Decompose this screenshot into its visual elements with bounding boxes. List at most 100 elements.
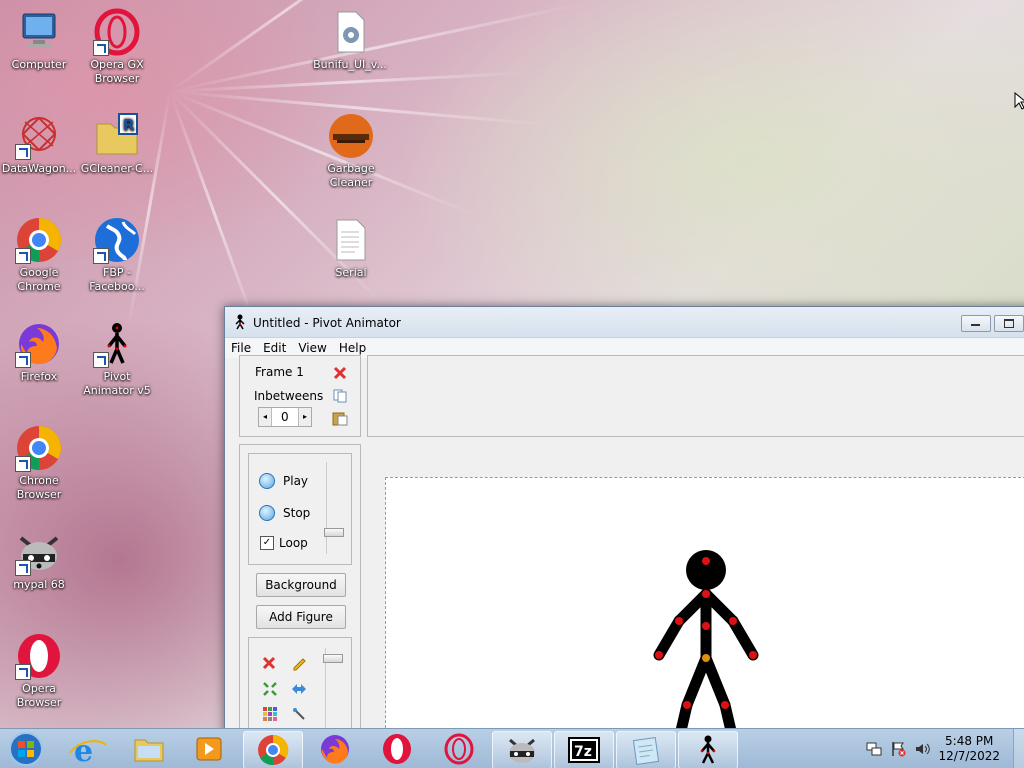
paste-frame-icon[interactable]	[332, 410, 348, 426]
speed-slider[interactable]	[324, 462, 344, 554]
desktop-icon-garbage-cleaner[interactable]: Garbage Cleaner	[313, 112, 389, 190]
menu-help[interactable]: Help	[333, 338, 372, 355]
delete-figure-icon[interactable]	[262, 656, 276, 670]
shortcut-arrow-icon	[93, 40, 109, 56]
decrement-icon[interactable]: ◂	[259, 408, 272, 426]
add-figure-button[interactable]: Add Figure	[256, 605, 346, 629]
inbetweens-spinner[interactable]: ◂ 0 ▸	[258, 407, 312, 427]
taskbar-internet-explorer[interactable]: e	[58, 731, 116, 768]
loop-label: Loop	[279, 536, 308, 550]
animation-canvas[interactable]	[385, 477, 1024, 748]
inbetweens-value: 0	[281, 410, 289, 424]
play-icon[interactable]	[259, 473, 275, 489]
delete-frame-icon[interactable]	[333, 366, 347, 380]
settings-file-icon	[326, 8, 374, 56]
show-desktop-button[interactable]	[1013, 729, 1024, 768]
desktop-icon-label: Pivot Animator v5	[83, 370, 151, 397]
chrome-icon	[15, 216, 63, 264]
scale-slider[interactable]	[323, 648, 343, 736]
start-button[interactable]	[4, 731, 48, 767]
notepad-icon	[632, 737, 660, 765]
taskbar-opera-gx[interactable]	[430, 731, 488, 767]
window-title: Untitled - Pivot Animator	[253, 316, 401, 330]
shortcut-arrow-icon	[93, 352, 109, 368]
background-button[interactable]: Background	[256, 573, 346, 597]
desktop-icon-google-chrome[interactable]: Google Chrome	[1, 216, 77, 294]
desktop-icon-opera-browser[interactable]: Opera Browser	[1, 632, 77, 710]
increment-icon[interactable]: ▸	[298, 408, 311, 426]
center-figure-icon[interactable]	[262, 681, 278, 697]
action-center-flag-icon[interactable]	[890, 741, 906, 757]
copy-frame-icon[interactable]	[333, 389, 347, 403]
opera-gx-icon	[93, 8, 141, 56]
maximize-icon	[1004, 319, 1014, 328]
edit-figure-icon[interactable]	[291, 655, 307, 671]
stop-button[interactable]: Stop	[283, 506, 310, 520]
system-clock[interactable]: 5:48 PM 12/7/2022	[938, 734, 1000, 764]
desktop-icon-label: Computer	[11, 58, 67, 71]
desktop-icon-serial[interactable]: Serial	[313, 216, 389, 280]
desktop-icon-gcleaner[interactable]: R GCleaner-C...	[79, 112, 155, 176]
desktop-icon-label: Opera GX Browser	[90, 58, 144, 85]
taskbar-file-explorer[interactable]	[120, 731, 178, 767]
taskbar-pivot-animator[interactable]	[678, 731, 738, 768]
globe-icon	[93, 216, 141, 264]
desktop-icon-fbp[interactable]: FBP - Faceboo...	[79, 216, 155, 294]
desktop-icon-computer[interactable]: Computer	[1, 8, 77, 72]
scale-slider-handle[interactable]	[323, 654, 343, 663]
raccoon-icon	[509, 738, 535, 763]
pivot-icon	[235, 314, 245, 330]
taskbar-mypal[interactable]	[492, 731, 552, 768]
flip-figure-icon[interactable]	[291, 681, 307, 697]
loop-checkbox[interactable]: ✓	[260, 536, 274, 550]
join-figure-icon[interactable]	[291, 706, 307, 722]
color-figure-icon[interactable]	[262, 706, 278, 722]
pivot-animator-window: Untitled - Pivot Animator File Edit View He…	[224, 306, 1024, 748]
taskbar-chrome[interactable]	[243, 731, 303, 768]
timeline-panel	[367, 355, 1024, 437]
raccoon-icon	[15, 528, 63, 576]
desktop-icon-bunifu[interactable]: Bunifu_UI_v...	[312, 8, 388, 72]
volume-icon[interactable]	[914, 741, 930, 757]
windows-start-icon	[9, 732, 43, 766]
desktop: Computer Opera GX Browser Bunifu_UI_v...…	[0, 0, 1024, 768]
taskbar-firefox[interactable]	[306, 731, 364, 767]
pivot-icon	[700, 735, 716, 764]
computer-icon	[15, 8, 63, 56]
opera-icon	[15, 632, 63, 680]
taskbar-7zip[interactable]: 7z	[554, 731, 614, 768]
desktop-icon-datawagon[interactable]: DataWagon...	[1, 112, 77, 176]
desktop-icon-pivot-animator[interactable]: Pivot Animator v5	[79, 320, 155, 398]
shortcut-arrow-icon	[93, 248, 109, 264]
play-button[interactable]: Play	[283, 474, 308, 488]
shortcut-arrow-icon	[15, 144, 31, 160]
desktop-icon-mypal[interactable]: mypal 68	[1, 528, 77, 592]
svg-text:7z: 7z	[574, 744, 592, 760]
folder-icon	[134, 739, 164, 762]
network-icon[interactable]	[866, 741, 882, 757]
minimize-button[interactable]	[961, 315, 991, 332]
menu-file[interactable]: File	[225, 338, 257, 355]
desktop-icon-firefox[interactable]: Firefox	[1, 320, 77, 384]
speed-slider-handle[interactable]	[324, 528, 344, 537]
stick-figure[interactable]	[386, 478, 1024, 748]
shortcut-arrow-icon	[15, 352, 31, 368]
desktop-icon-label: Firefox	[20, 370, 58, 383]
stop-icon[interactable]	[259, 505, 275, 521]
chrome-icon	[258, 734, 289, 766]
taskbar-media-player[interactable]	[180, 731, 238, 767]
desktop-icon-label: Chrone Browser	[16, 474, 62, 501]
menu-edit[interactable]: Edit	[257, 338, 292, 355]
shortcut-arrow-icon	[15, 456, 31, 472]
maximize-button[interactable]	[994, 315, 1024, 332]
taskbar: e 7z 5:48 PM 12/7/2022	[0, 728, 1024, 768]
title-bar[interactable]: Untitled - Pivot Animator	[225, 307, 1024, 338]
desktop-icon-opera-gx[interactable]: Opera GX Browser	[79, 8, 155, 86]
taskbar-notepad[interactable]	[616, 731, 676, 768]
desktop-icon-chrone-browser[interactable]: Chrone Browser	[1, 424, 77, 502]
opera-icon	[383, 734, 411, 764]
taskbar-opera[interactable]	[368, 731, 426, 767]
clock-time: 5:48 PM	[945, 734, 994, 748]
menu-view[interactable]: View	[292, 338, 332, 355]
firefox-icon	[321, 735, 349, 764]
